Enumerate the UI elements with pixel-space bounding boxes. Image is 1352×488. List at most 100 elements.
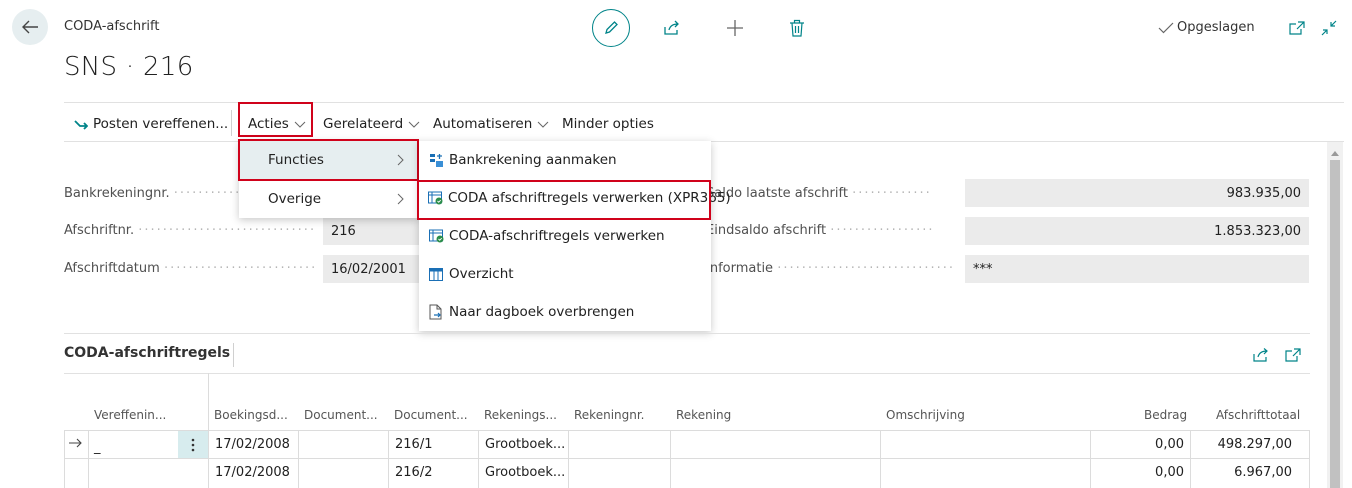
- column-header-afschrifttotaal[interactable]: Afschrifttotaal: [1216, 408, 1300, 422]
- grid-line: [1309, 430, 1310, 488]
- chevron-right-icon: [397, 193, 404, 205]
- informatie-value: ***: [973, 261, 993, 277]
- column-header-rekening[interactable]: Rekening: [676, 408, 731, 422]
- grid-line: [1090, 430, 1091, 488]
- subpage-share-button[interactable]: [1248, 342, 1274, 368]
- grid-line: [208, 373, 209, 488]
- functies-highlight: [238, 139, 419, 181]
- cell-boekingsdatum[interactable]: 17/02/2008: [215, 437, 290, 452]
- menu-item-label: CODA-afschriftregels verwerken: [449, 228, 665, 244]
- open-new-window-button[interactable]: [1284, 15, 1310, 41]
- field-label-afschriftnr: Afschriftnr. ···························…: [64, 223, 314, 238]
- menu-item-bankrekening-aanmaken[interactable]: Bankrekening aanmaken: [419, 141, 711, 179]
- cell-afschrifttotaal[interactable]: 6.967,00: [1196, 465, 1292, 480]
- coda-xpr365-highlight: [417, 180, 711, 220]
- checkmark-icon: [1158, 22, 1174, 33]
- transfer-document-icon: [428, 304, 444, 320]
- afschriftnr-field[interactable]: 216: [323, 217, 419, 245]
- grid-line: [478, 430, 479, 488]
- menu-item-label: Overzicht: [449, 266, 514, 282]
- subpage-expand-button[interactable]: [1280, 342, 1306, 368]
- cell-rekeningsoort[interactable]: Grootboek...: [485, 437, 565, 452]
- cell-rekeningsoort[interactable]: Grootboek...: [485, 465, 565, 480]
- edit-button[interactable]: [592, 9, 630, 47]
- saved-status: Opgeslagen: [1158, 20, 1255, 35]
- informatie-field[interactable]: ***: [965, 255, 1309, 283]
- fewer-options-button[interactable]: Minder opties: [562, 113, 654, 135]
- gerelateerd-menu-button[interactable]: Gerelateerd: [323, 113, 420, 135]
- page-caption: CODA-afschrift: [64, 19, 160, 34]
- column-header-document2[interactable]: Document...: [394, 408, 468, 422]
- eindsaldo-field[interactable]: 1.853.323,00: [965, 217, 1309, 245]
- grid-line: [388, 430, 389, 488]
- column-header-rekeningnr[interactable]: Rekeningnr.: [574, 408, 645, 422]
- menu-item-overige[interactable]: Overige: [239, 180, 419, 218]
- acties-menu-button[interactable]: Acties: [248, 113, 306, 135]
- automatiseren-menu-button[interactable]: Automatiseren: [433, 113, 549, 135]
- plus-icon: [727, 20, 743, 36]
- subpage-title: CODA-afschriftregels: [64, 345, 231, 361]
- cell-boekingsdatum[interactable]: 17/02/2008: [215, 465, 290, 480]
- acties-label: Acties: [248, 116, 289, 132]
- gerelateerd-label: Gerelateerd: [323, 116, 404, 132]
- scroll-up-icon[interactable]: [1330, 146, 1340, 161]
- back-button[interactable]: [12, 9, 48, 45]
- column-header-vereffening[interactable]: Vereffenin...: [94, 408, 166, 422]
- menu-item-overige-label: Overige: [268, 191, 322, 207]
- divider: [64, 333, 1310, 334]
- row-actions-button[interactable]: [178, 431, 208, 458]
- grid-line: [568, 430, 569, 488]
- menu-item-coda-verwerken[interactable]: CODA-afschriftregels verwerken: [419, 217, 711, 255]
- field-label-informatie: Informatie ·····························…: [706, 261, 956, 276]
- field-label-afschriftdatum: Afschriftdatum ·························…: [64, 261, 314, 276]
- column-header-boekingsdatum[interactable]: Boekingsd...: [214, 408, 288, 422]
- share-icon: [1253, 348, 1268, 362]
- page-title: SNS · 216: [64, 52, 194, 82]
- more-vertical-icon: [191, 438, 195, 451]
- delete-button[interactable]: [784, 15, 810, 41]
- saved-status-label: Opgeslagen: [1177, 20, 1255, 35]
- cell-bedrag[interactable]: 0,00: [1096, 437, 1184, 452]
- cell-afschrifttotaal[interactable]: 498.297,00: [1196, 437, 1292, 452]
- chevron-down-icon: [408, 121, 420, 128]
- share-button[interactable]: [659, 15, 685, 41]
- table-icon: [428, 266, 444, 282]
- new-button[interactable]: [722, 15, 748, 41]
- cell-vereffening[interactable]: _: [94, 440, 101, 455]
- pencil-icon: [605, 21, 618, 34]
- arrow-left-icon: [22, 20, 38, 34]
- subpage-separator: [233, 343, 234, 367]
- bank-account-icon: [428, 152, 444, 168]
- menu-item-label: Naar dagboek overbrengen: [449, 304, 635, 320]
- cell-document[interactable]: 216/1: [395, 437, 432, 452]
- grid-line: [1190, 430, 1191, 488]
- arrow-right-icon: [69, 438, 82, 448]
- divider: [64, 373, 1310, 374]
- afschriftdatum-field[interactable]: 16/02/2001: [323, 255, 419, 283]
- post-apply-label: Posten vereffenen...: [93, 116, 229, 132]
- collapse-button[interactable]: [1316, 15, 1342, 41]
- grid-line: [298, 430, 299, 488]
- process-lines-icon: [428, 228, 444, 244]
- column-header-omschrijving[interactable]: Omschrijving: [886, 408, 965, 422]
- menu-item-overzicht[interactable]: Overzicht: [419, 255, 711, 293]
- menu-item-label: Bankrekening aanmaken: [449, 152, 617, 168]
- grid-line: [88, 430, 89, 488]
- row-indicator: [69, 437, 83, 452]
- expand-icon: [1285, 348, 1301, 362]
- column-header-rekeningsoort[interactable]: Rekenings...: [484, 408, 557, 422]
- saldo-laatste-field[interactable]: 983.935,00: [965, 179, 1309, 207]
- saldo-laatste-value: 983.935,00: [1226, 185, 1301, 201]
- menu-item-naar-dagboek[interactable]: Naar dagboek overbrengen: [419, 293, 711, 331]
- cell-bedrag[interactable]: 0,00: [1096, 465, 1184, 480]
- field-label-saldo-laatste: Saldo laatste afschrift ·············: [706, 186, 932, 201]
- column-header-document1[interactable]: Document...: [304, 408, 378, 422]
- field-label-eindsaldo: Eindsaldo afschrift ·················: [706, 223, 935, 238]
- cell-document[interactable]: 216/2: [395, 465, 432, 480]
- scrollbar-thumb[interactable]: [1330, 160, 1340, 488]
- eindsaldo-value: 1.853.323,00: [1214, 223, 1301, 239]
- field-label-bankrekeningnr: Bankrekeningnr. ························…: [64, 186, 239, 201]
- grid-line: [64, 430, 65, 488]
- column-header-bedrag[interactable]: Bedrag: [1144, 408, 1187, 422]
- post-apply-button[interactable]: Posten vereffenen...: [74, 113, 228, 135]
